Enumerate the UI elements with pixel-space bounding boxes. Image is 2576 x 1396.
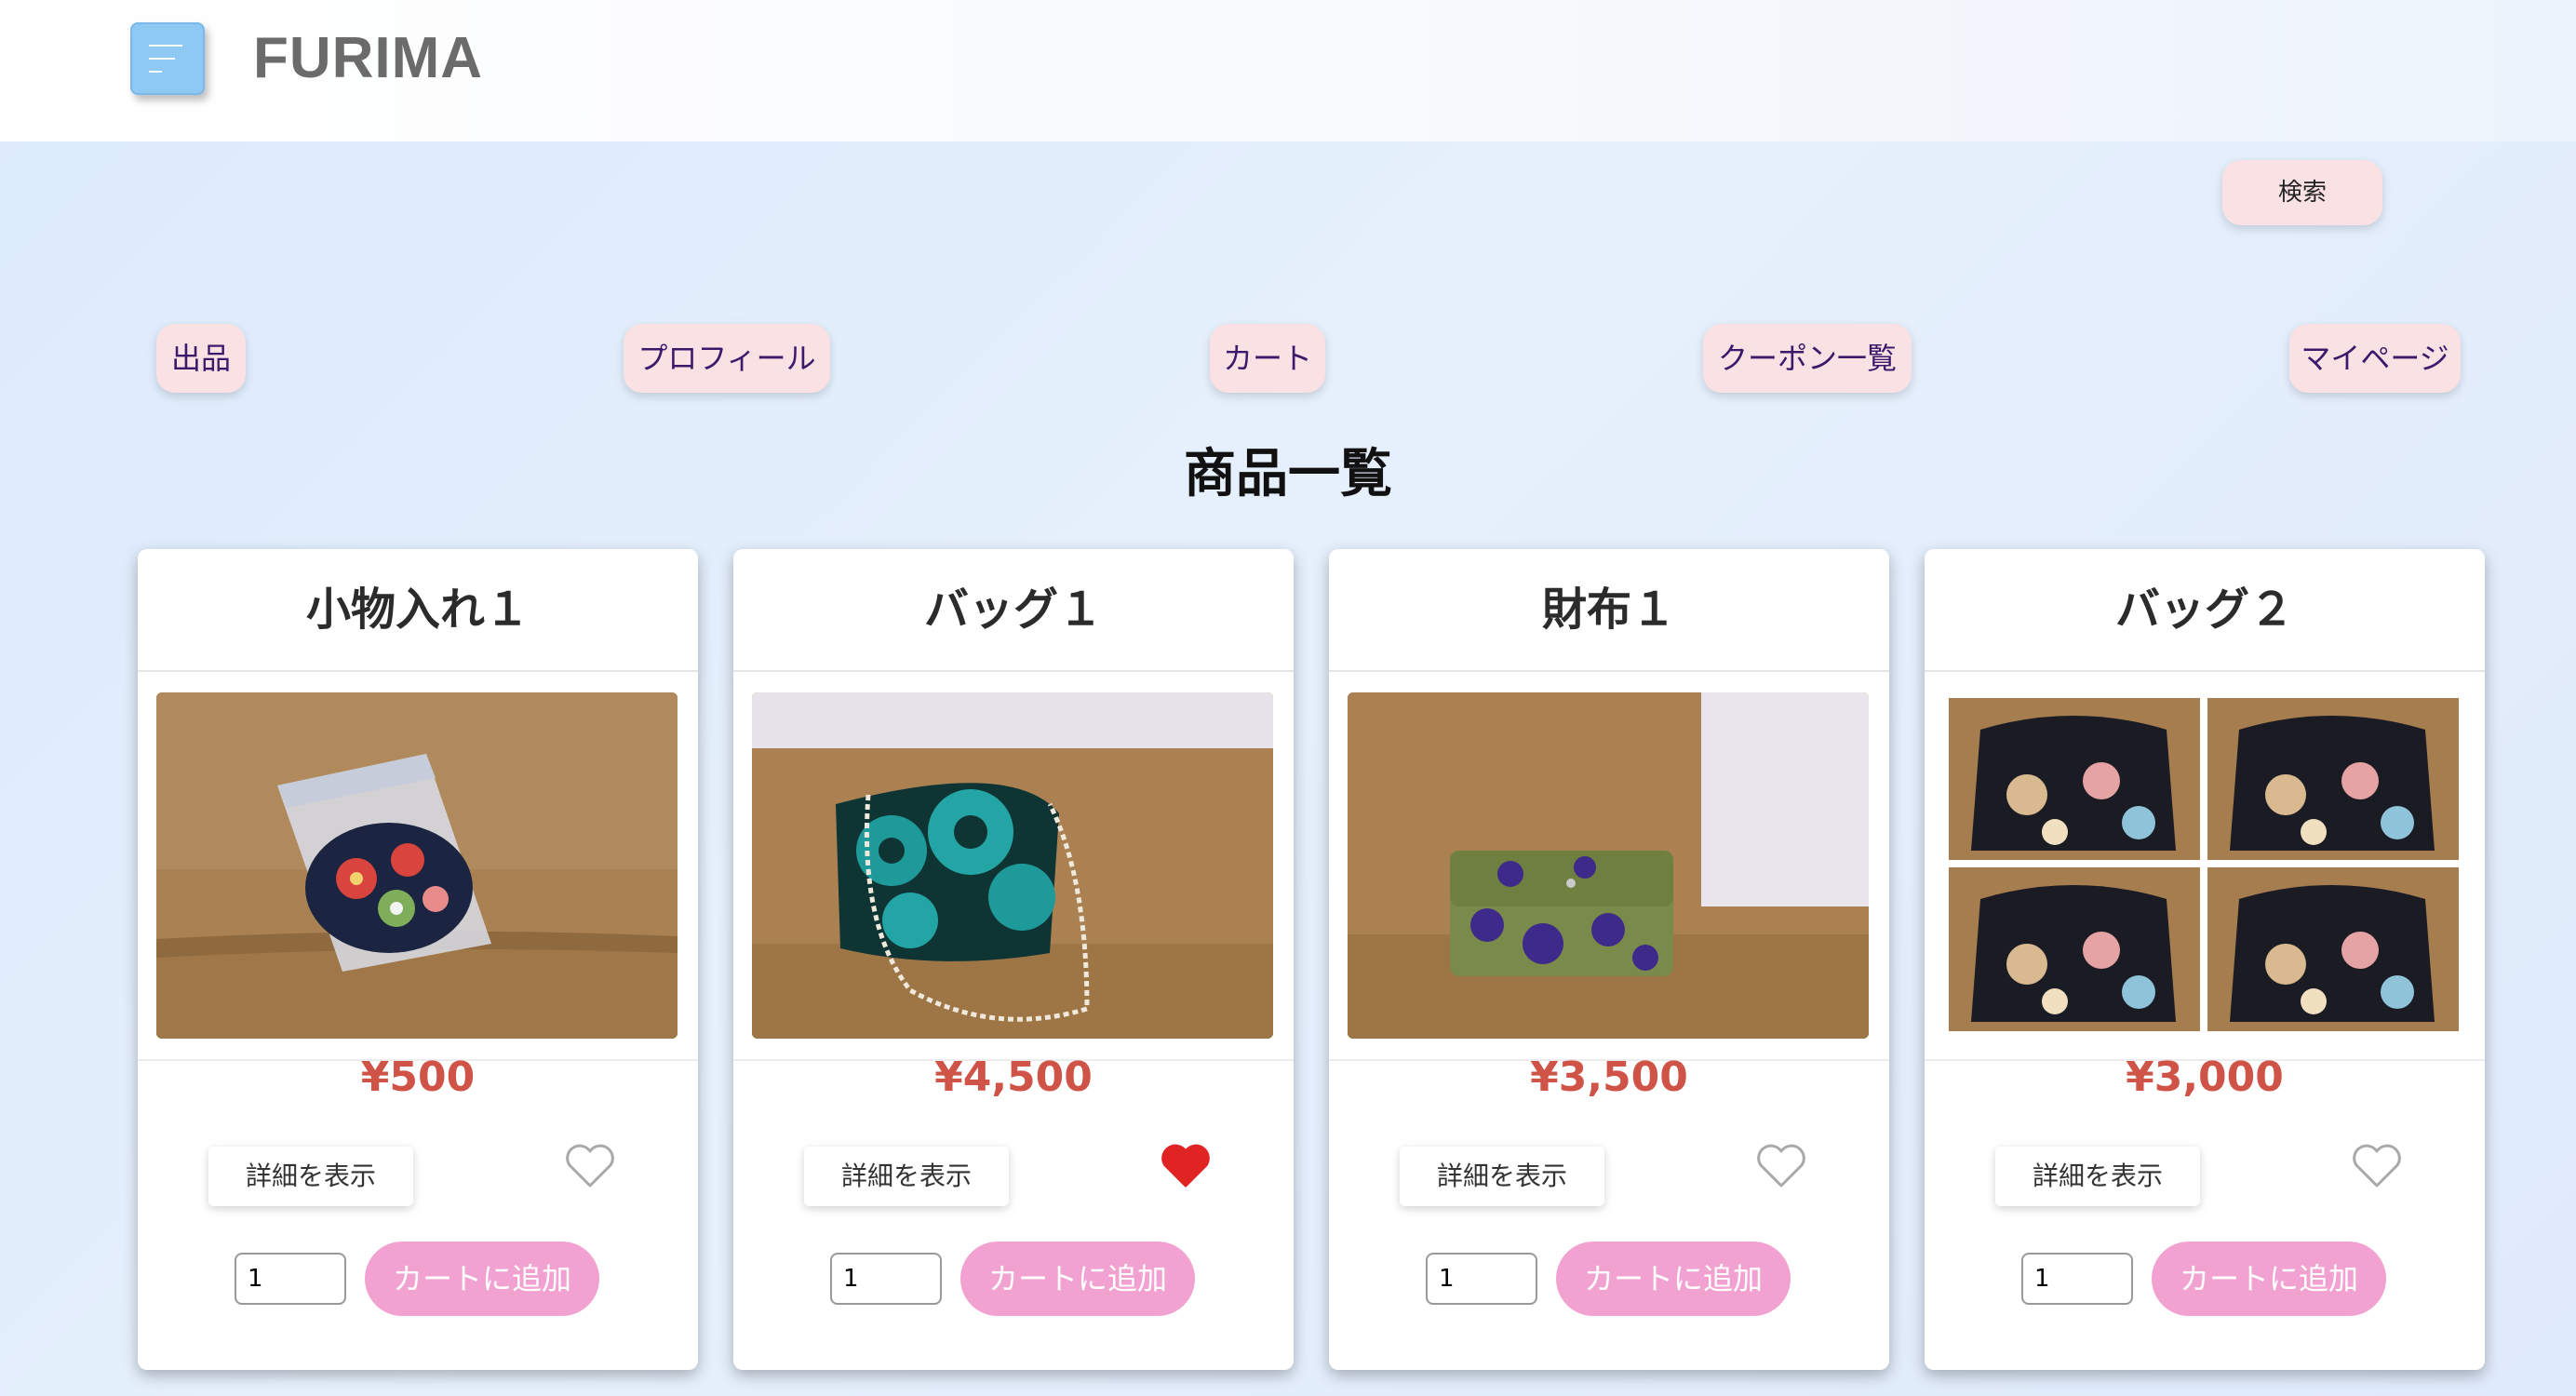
nav-item-coupons[interactable]: クーポン一覧 [1703,324,1912,393]
view-details-button[interactable]: 詳細を表示 [1400,1147,1604,1206]
nav-item-profile[interactable]: プロフィール [624,324,830,393]
quantity-input[interactable]: 1 [2021,1253,2133,1305]
nav-item-mypage[interactable]: マイページ [2289,324,2461,393]
view-details-button[interactable]: 詳細を表示 [804,1147,1009,1206]
quantity-input[interactable]: 1 [235,1253,346,1305]
nav-item-listing[interactable]: 出品 [156,324,246,393]
menu-icon-line [149,71,162,73]
nav-item-cart[interactable]: カート [1210,324,1325,393]
view-details-button[interactable]: 詳細を表示 [208,1147,413,1206]
product-image[interactable] [1348,692,1869,1039]
search-button[interactable]: 検索 [2222,160,2382,225]
menu-button[interactable] [130,22,205,95]
product-image[interactable] [752,692,1273,1039]
menu-icon [149,45,182,47]
product-image[interactable] [156,692,678,1039]
product-price: ¥4,500 [934,1054,1093,1101]
page-title: 商品一覧 [1184,443,1392,504]
add-to-cart-button[interactable]: カートに追加 [960,1242,1195,1316]
product-image[interactable] [1943,692,2464,1039]
product-price: ¥3,000 [2126,1054,2284,1101]
add-to-cart-button[interactable]: カートに追加 [365,1242,599,1316]
heart-outline-icon[interactable] [564,1143,616,1189]
add-to-cart-button[interactable]: カートに追加 [1556,1242,1791,1316]
product-price: ¥500 [360,1054,476,1101]
quantity-input[interactable]: 1 [830,1253,942,1305]
view-details-button[interactable]: 詳細を表示 [1995,1147,2200,1206]
product-name: 小物入れ１ [138,549,698,672]
product-price: ¥3,500 [1530,1054,1688,1101]
add-to-cart-button[interactable]: カートに追加 [2152,1242,2386,1316]
product-name: バッグ２ [1925,549,2485,672]
menu-icon-line [149,58,175,60]
top-header: FURIMA [0,0,2576,141]
product-name: 財布１ [1329,549,1889,672]
heart-filled-icon[interactable] [1160,1143,1212,1189]
heart-outline-icon[interactable] [1755,1143,1807,1189]
heart-outline-icon[interactable] [2351,1143,2403,1189]
product-name: バッグ１ [733,549,1294,672]
quantity-input[interactable]: 1 [1426,1253,1537,1305]
app-logo[interactable]: FURIMA [253,24,483,93]
